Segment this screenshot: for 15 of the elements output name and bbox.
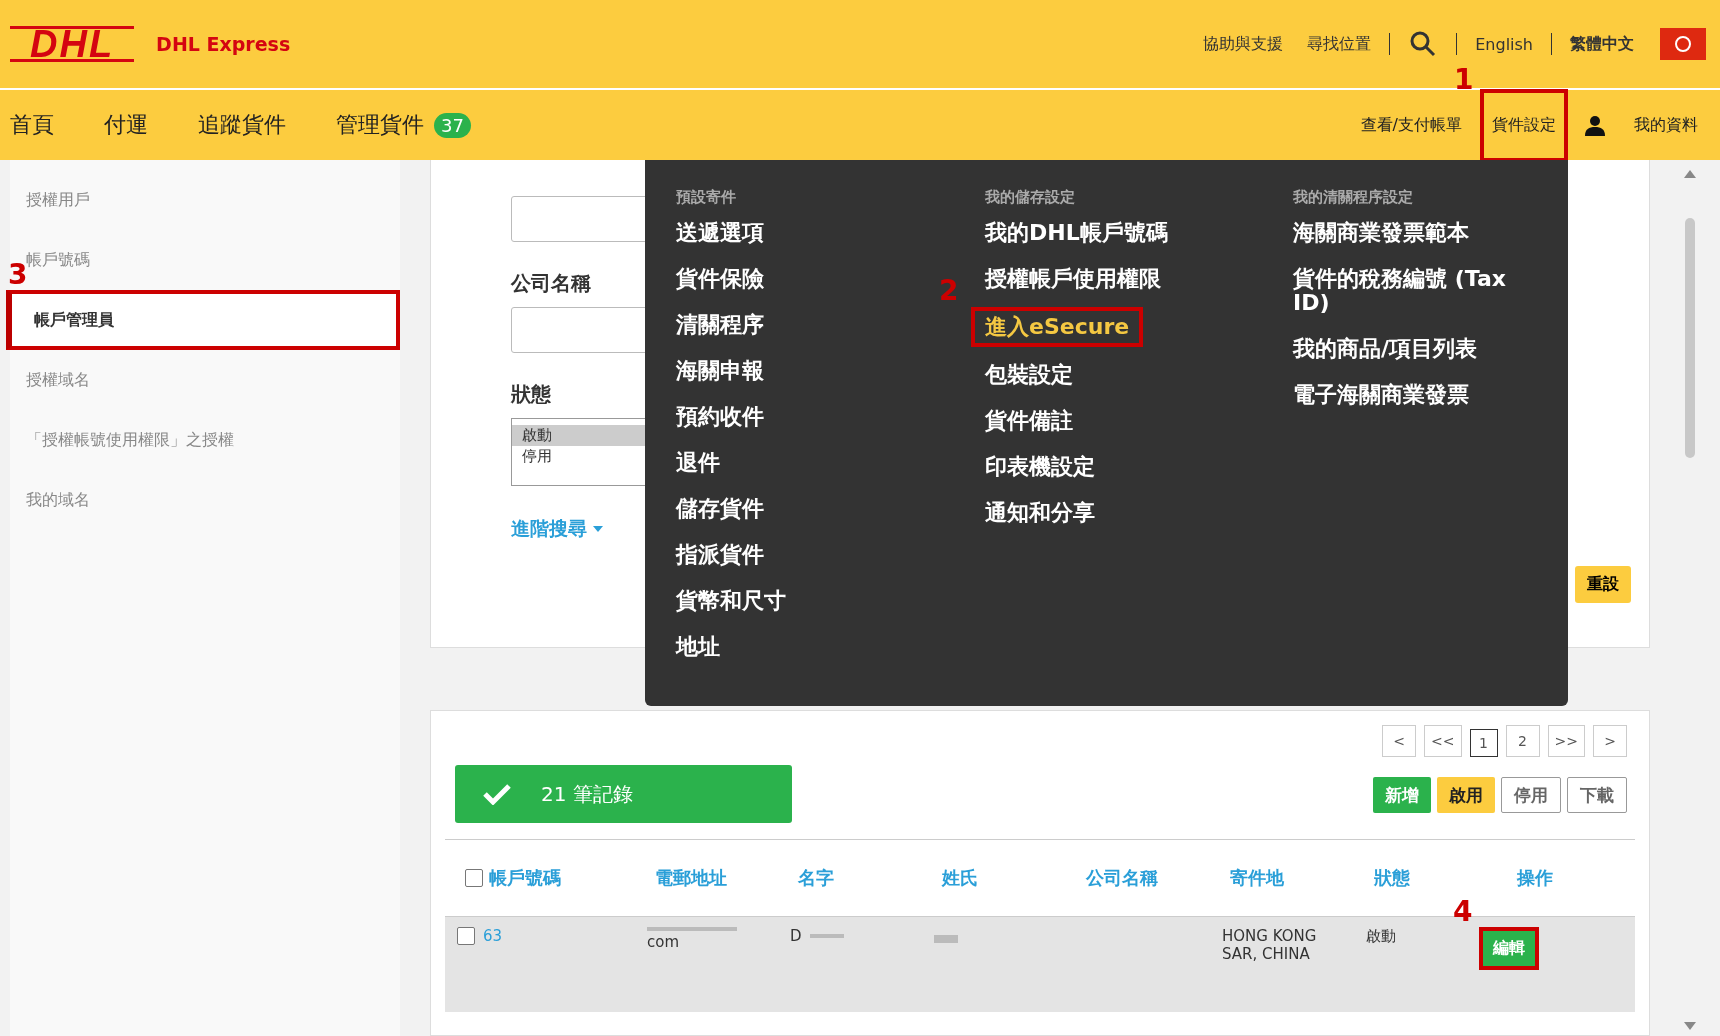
- table-cell: com: [647, 933, 680, 951]
- table-cell: 啟動: [1366, 927, 1396, 946]
- callout-number: 2: [939, 279, 959, 303]
- menu-section-title: 我的儲存設定: [985, 188, 1076, 207]
- field-label: 公司名稱: [511, 270, 591, 297]
- menu-section-title: 我的清關程序設定: [1293, 188, 1414, 207]
- callout-number: 1: [1454, 62, 1474, 96]
- menu-section-title: 預設寄件: [676, 188, 737, 207]
- table-cell-text: HONG KONG SAR, CHINA: [1222, 927, 1318, 963]
- brand-name: DHL Express: [156, 33, 291, 55]
- records-count: 21 筆記錄: [541, 780, 633, 808]
- count-badge: 37: [434, 112, 471, 138]
- field-label: 狀態: [511, 381, 551, 408]
- callout-number: 4: [1453, 895, 1473, 928]
- table-cell: D: [790, 927, 802, 945]
